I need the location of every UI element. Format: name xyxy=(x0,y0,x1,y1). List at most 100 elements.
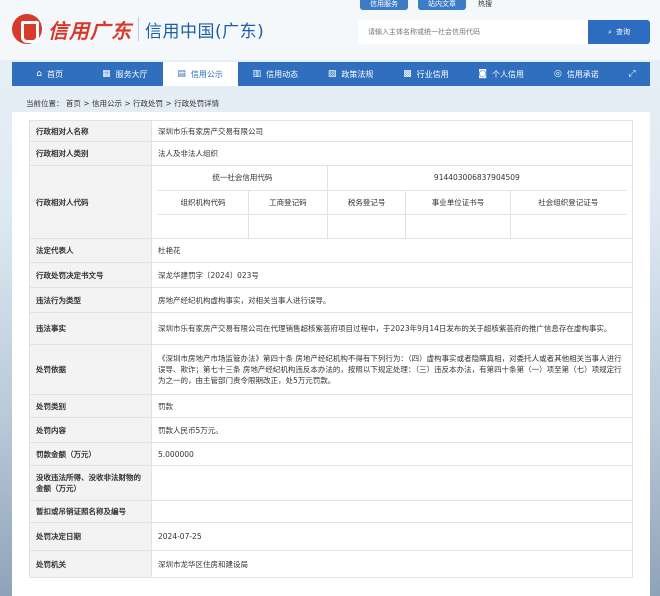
nav-item-policies[interactable]: ▧ 政策法规 xyxy=(313,62,388,86)
book-icon: ▧ xyxy=(327,69,337,79)
site-header: 信用广东 信用中国(广东) 信用服务 站内文章 热搜 ⌕ 查询 xyxy=(0,0,660,60)
building-icon: ▩ xyxy=(403,69,412,79)
row-value: 深圳市龙华区住房和建设局 xyxy=(151,550,633,578)
row-label: 处罚决定日期 xyxy=(29,522,152,551)
nav-item-industry-credit[interactable]: ▩ 行业信用 xyxy=(388,62,463,86)
row-value: 2024-07-25 xyxy=(151,522,633,551)
table-row: 没收违法所得、没收非法财物的金额（万元） xyxy=(29,465,633,501)
table-row: 处罚机关 深圳市龙华区住房和建设局 xyxy=(29,550,633,578)
news-icon: ▥ xyxy=(252,69,262,79)
row-label: 违法事实 xyxy=(29,312,152,345)
row-label: 行政相对人类别 xyxy=(29,141,152,166)
search-button-label: 查询 xyxy=(615,28,630,36)
breadcrumb-separator: > xyxy=(80,99,92,108)
sub-value xyxy=(158,214,250,238)
row-value: 罚款 xyxy=(151,394,633,418)
breadcrumb-prefix: 当前位置： xyxy=(26,99,64,108)
row-label: 处罚内容 xyxy=(29,417,152,443)
row-label: 没收违法所得、没收非法财物的金额（万元） xyxy=(29,465,152,501)
breadcrumb-current: 行政处罚详情 xyxy=(174,99,220,108)
breadcrumb: 当前位置： 首页 > 信用公示 > 行政处罚 > 行政处罚详情 xyxy=(26,98,219,109)
table-row: 处罚依据 《深圳市房地产市场监管办法》第四十条 房地产经纪机构不得有下列行为：（… xyxy=(29,344,633,395)
search-box: ⌕ 查询 xyxy=(358,20,650,44)
nav-item-credit-commitment[interactable]: ◎ 信用承诺 xyxy=(539,62,614,86)
row-label: 行政相对人代码 xyxy=(29,165,152,239)
row-value: 深圳市乐有家房产交易有限公司在代理销售超核紫荟府项目过程中，于2023年9月14… xyxy=(151,312,633,345)
table-row: 行政相对人名称 深圳市乐有家房产交易有限公司 xyxy=(29,120,633,142)
row-label: 暂扣或吊销证照名称及编号 xyxy=(29,500,152,523)
row-label: 行政相对人名称 xyxy=(29,120,152,142)
row-label: 处罚类别 xyxy=(29,394,152,418)
row-value: 《深圳市房地产市场监管办法》第四十条 房地产经纪机构不得有下列行为：（四）虚构事… xyxy=(151,344,633,395)
search-icon: ⌕ xyxy=(608,27,612,36)
table-row: 罚款金额（万元） 5.000000 xyxy=(29,442,633,466)
badge-icon: ◎ xyxy=(553,69,562,79)
sub-header: 组织机构代码 xyxy=(158,190,250,215)
sub-value xyxy=(510,214,626,238)
breadcrumb-admin-penalty[interactable]: 行政处罚 xyxy=(133,99,163,108)
document-icon: ▤ xyxy=(177,69,186,79)
logo-divider xyxy=(138,17,139,41)
expand-icon: ⤢ xyxy=(628,69,636,79)
logo-emblem-icon xyxy=(12,14,42,44)
row-value: 深龙华建罚字〔2024〕023号 xyxy=(151,262,633,288)
nav-item-credit-disclosure[interactable]: ▤ 信用公示 xyxy=(162,62,238,86)
table-row: 行政相对人代码 统一社会信用代码 914403006837904509 组织机构… xyxy=(29,165,633,239)
table-row: 违法事实 深圳市乐有家房产交易有限公司在代理销售超核紫荟府项目过程中，于2023… xyxy=(29,312,633,345)
nav-item-label: 信用动态 xyxy=(266,69,299,79)
row-label: 法定代表人 xyxy=(29,238,152,263)
sub-header: 工商登记码 xyxy=(248,190,328,215)
sub-header: 税务登记号 xyxy=(327,190,407,215)
nav-item-service-hall[interactable]: ▦ 服务大厅 xyxy=(87,62,162,86)
nav-item-label: 首页 xyxy=(46,69,63,79)
search-button[interactable]: ⌕ 查询 xyxy=(588,20,650,44)
nav-item-personal-credit[interactable]: ◙ 个人信用 xyxy=(464,62,539,86)
breadcrumb-separator: > xyxy=(121,99,134,108)
nav-item-label: 个人信用 xyxy=(491,69,524,79)
top-tab-hot-search[interactable]: 热搜 xyxy=(476,0,494,10)
row-label: 处罚机关 xyxy=(29,550,152,578)
penalty-detail-table: 行政相对人名称 深圳市乐有家房产交易有限公司 行政相对人类别 法人及非法人组织 … xyxy=(29,120,633,578)
row-value: 深圳市乐有家房产交易有限公司 xyxy=(151,120,633,142)
logo-site-name: 信用中国(广东) xyxy=(145,21,265,42)
table-row: 暂扣或吊销证照名称及编号 xyxy=(29,500,633,523)
top-tab-credit-service[interactable]: 信用服务 xyxy=(360,0,408,10)
nav-item-label: 信用承诺 xyxy=(566,69,599,79)
nav-item-label: 服务大厅 xyxy=(115,69,148,79)
row-value xyxy=(151,465,633,501)
site-logo[interactable]: 信用广东 信用中国(广东) xyxy=(12,14,264,44)
nav-item-home[interactable]: ⌂ 首页 xyxy=(12,62,87,86)
sub-header: 社会组织登记证号 xyxy=(510,190,626,215)
code-subtable: 统一社会信用代码 914403006837904509 组织机构代码 工商登记码… xyxy=(158,166,626,238)
table-row: 违法行为类型 房地产经纪机构虚构事实，对相关当事人进行误导。 xyxy=(29,287,633,313)
row-value: 5.000000 xyxy=(151,442,633,466)
uscc-header: 统一社会信用代码 xyxy=(158,166,328,191)
grid-icon: ▦ xyxy=(102,69,111,79)
nav-item-credit-news[interactable]: ▥ 信用动态 xyxy=(238,62,313,86)
breadcrumb-home[interactable]: 首页 xyxy=(66,99,81,108)
table-row: 行政相对人类别 法人及非法人组织 xyxy=(29,141,633,166)
row-value: 法人及非法人组织 xyxy=(151,141,633,166)
row-label: 违法行为类型 xyxy=(29,287,152,313)
home-icon: ⌂ xyxy=(36,69,42,79)
uscc-value: 914403006837904509 xyxy=(327,166,626,191)
code-cell: 统一社会信用代码 914403006837904509 组织机构代码 工商登记码… xyxy=(151,165,633,239)
top-tab-site-articles[interactable]: 站内文章 xyxy=(418,0,466,10)
sub-value xyxy=(248,214,328,238)
row-value: 房地产经纪机构虚构事实，对相关当事人进行误导。 xyxy=(151,287,633,313)
row-value: 罚款人民币5万元。 xyxy=(151,417,633,443)
logo-calligraphy: 信用广东 xyxy=(48,18,132,43)
row-label: 行政处罚决定书文号 xyxy=(29,262,152,288)
breadcrumb-credit-disclosure[interactable]: 信用公示 xyxy=(92,99,122,108)
breadcrumb-separator: > xyxy=(163,99,175,108)
row-value: 杜艳花 xyxy=(151,238,633,263)
table-row: 处罚类别 罚款 xyxy=(29,394,633,418)
nav-item-label: 行业信用 xyxy=(416,69,449,79)
nav-item-label: 信用公示 xyxy=(190,69,223,79)
table-row: 行政处罚决定书文号 深龙华建罚字〔2024〕023号 xyxy=(29,262,633,288)
table-row: 处罚内容 罚款人民币5万元。 xyxy=(29,417,633,443)
main-nav: ⌂ 首页 ▦ 服务大厅 ▤ 信用公示 ▥ 信用动态 ▧ 政策法规 ▩ 行业信用 … xyxy=(12,62,650,86)
table-row: 法定代表人 杜艳花 xyxy=(29,238,633,263)
search-input[interactable] xyxy=(358,20,588,44)
expand-button[interactable]: ⤢ xyxy=(614,62,650,86)
